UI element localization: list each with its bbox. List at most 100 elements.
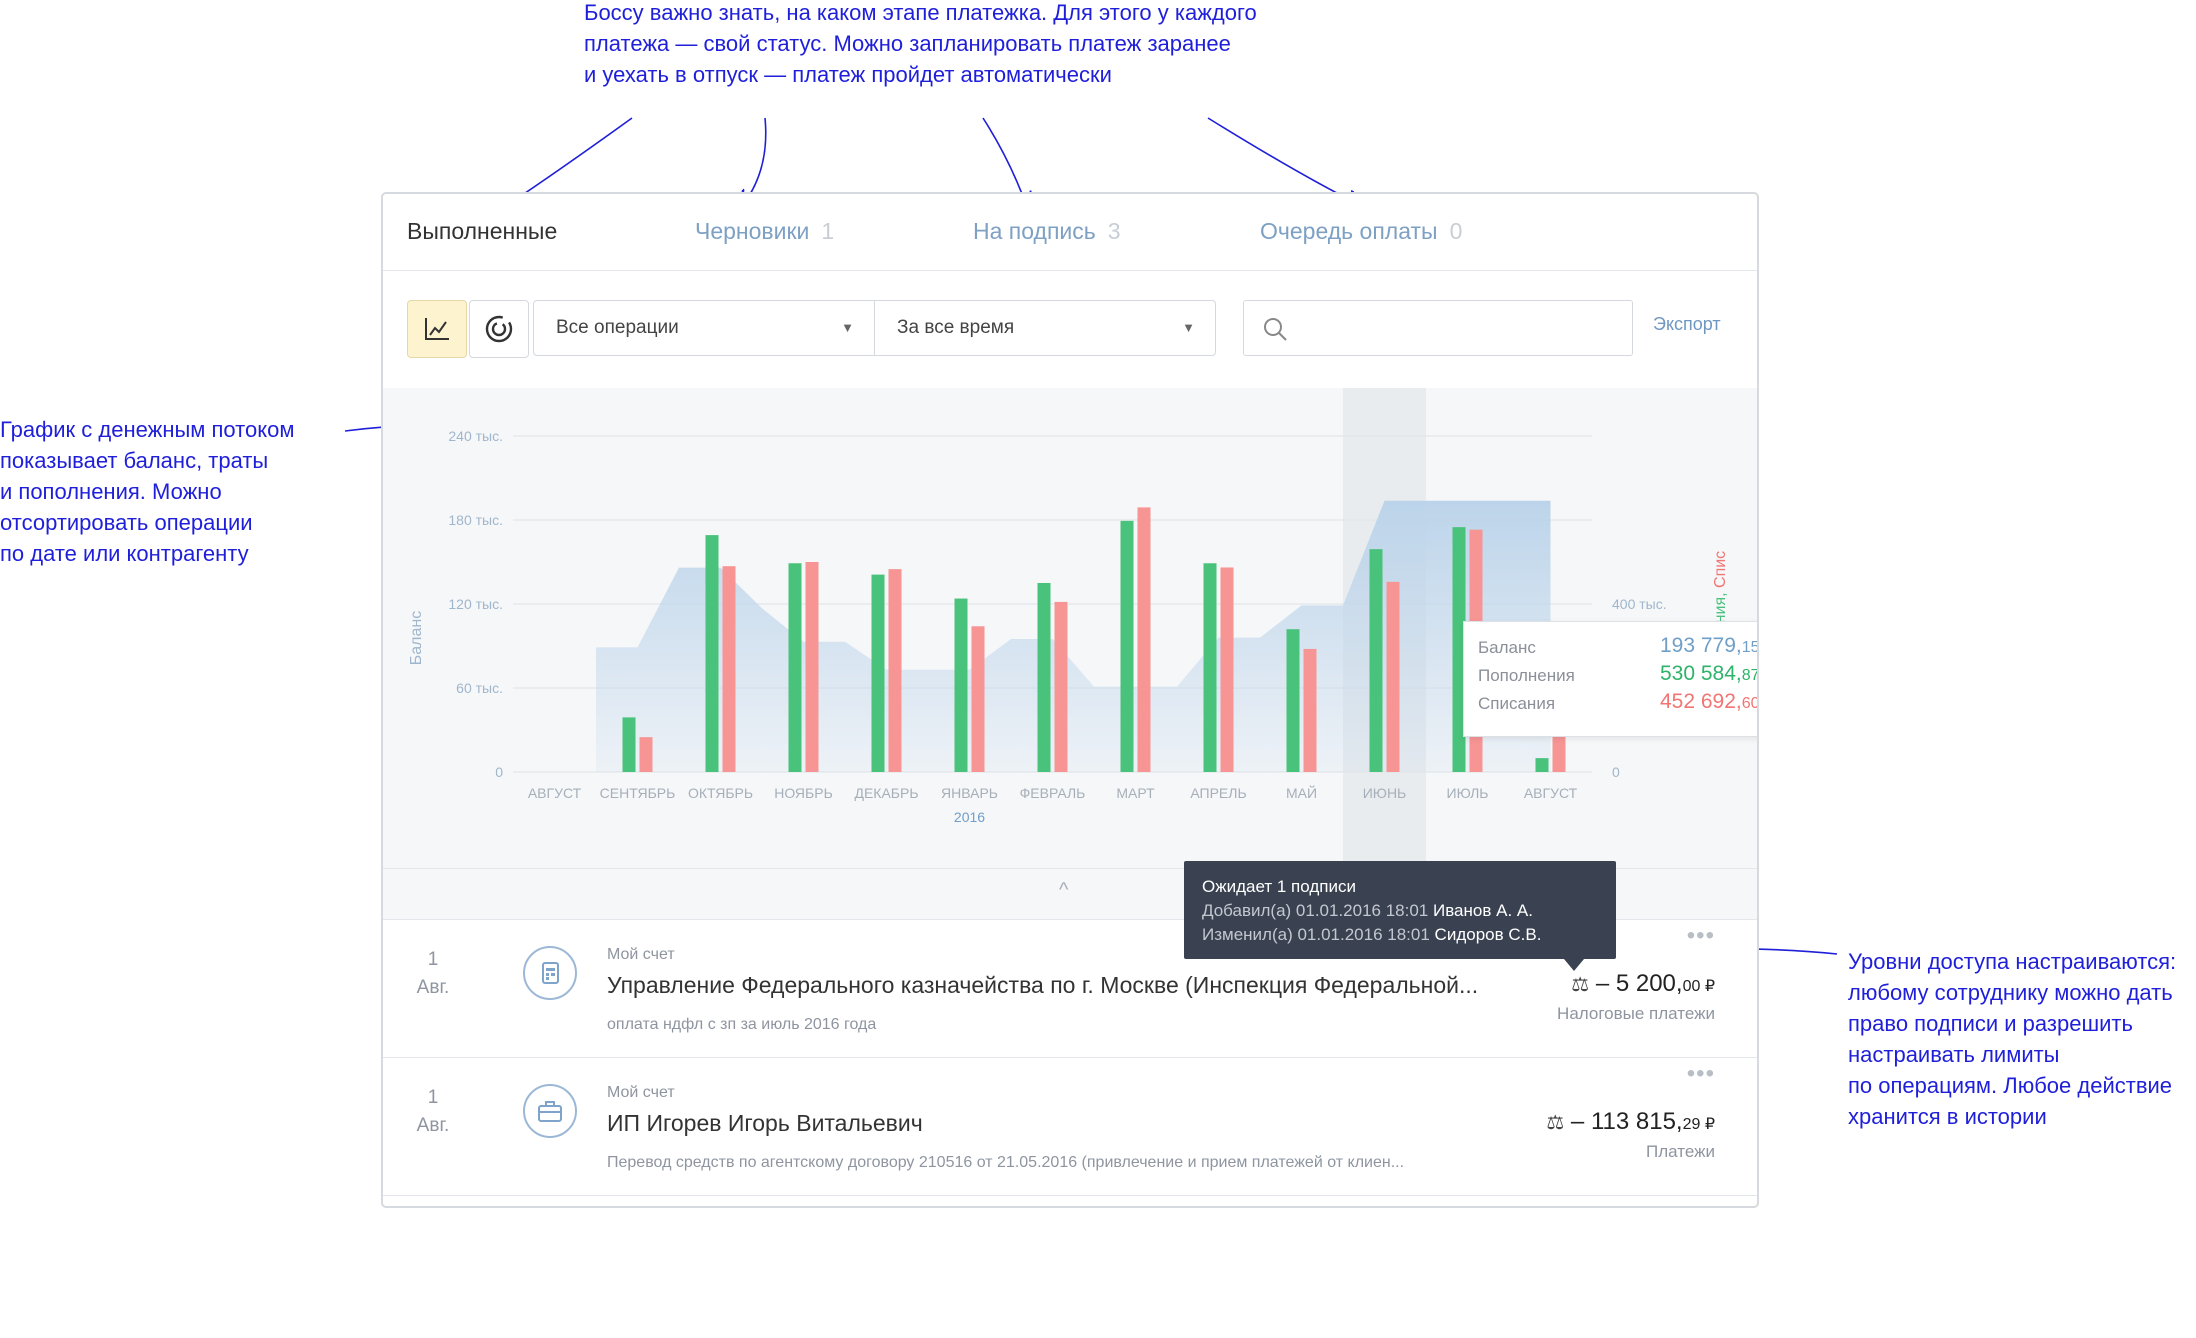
signature-added-line: Добавил(а) 01.01.2016 18:01 Иванов А. А.: [1202, 899, 1533, 923]
payment-month: Авг.: [416, 1115, 450, 1136]
tooltip-row-income: Пополнения 530 584,87: [1478, 662, 1757, 686]
payment-day: 1: [427, 949, 439, 970]
month-label: НОЯБРЬ: [774, 785, 833, 801]
tab-label: Очередь оплаты: [1260, 218, 1438, 244]
payment-date: 1 Авг.: [403, 1084, 463, 1140]
month-label: ИЮЛЬ: [1447, 785, 1489, 801]
tab-payment-queue[interactable]: Очередь оплаты 0: [1260, 218, 1462, 245]
tooltip-label: Пополнения: [1478, 666, 1575, 685]
expense-bar: [971, 626, 985, 772]
payment-amount-main: – 5 200,: [1595, 970, 1683, 997]
tooltip-value: 530 584,87: [1660, 662, 1759, 686]
tab-count: 0: [1449, 218, 1463, 244]
tooltip-value-main: 193 779,: [1660, 634, 1742, 657]
export-link[interactable]: Экспорт: [1653, 314, 1721, 335]
tooltip-value-cents: 60: [1741, 695, 1759, 712]
month-label: МАЙ: [1286, 784, 1317, 801]
left-axis-title: Баланс: [408, 611, 425, 665]
filter-toolbar: Все операции ▼ За все время ▼ Экспорт: [383, 270, 1757, 389]
balance-area: [596, 500, 1551, 772]
payment-row[interactable]: 1 Авг. Мой счет ИП Игорев Игорь Витальев…: [383, 1058, 1757, 1196]
line-chart-view-button[interactable]: [407, 300, 467, 358]
tooltip-label: Списания: [1478, 694, 1556, 713]
tax-document-icon: [523, 946, 577, 1000]
tab-count: 1: [821, 218, 835, 244]
expense-bar: [722, 566, 736, 772]
income-bar: [1120, 520, 1134, 772]
income-bar: [871, 574, 885, 772]
payment-amount: ⚖ – 113 815,29 ₽: [1546, 1108, 1715, 1136]
income-bar: [954, 598, 968, 772]
tab-label: Выполненные: [407, 218, 558, 244]
payment-counterparty[interactable]: ИП Игорев Игорь Витальевич: [607, 1110, 923, 1137]
caret-down-icon: ▼: [841, 320, 854, 335]
more-options-icon[interactable]: •••: [1687, 1060, 1715, 1088]
tab-label: Черновики: [695, 218, 810, 244]
chart-tooltip: Баланс 193 779,15 Пополнения 530 584,87 …: [1463, 621, 1759, 737]
tab-completed[interactable]: Выполненные: [407, 218, 557, 245]
signature-status-title: Ожидает 1 подписи: [1202, 877, 1356, 896]
right-axis-tick: 0: [1612, 764, 1620, 780]
payment-amount-cents: 29 ₽: [1682, 1116, 1715, 1133]
payment-category: Платежи: [1646, 1142, 1715, 1161]
operations-filter-dropdown[interactable]: Все операции ▼: [533, 300, 875, 356]
payment-day: 1: [427, 1087, 439, 1108]
left-axis-tick: 0: [495, 764, 503, 780]
more-options-icon[interactable]: •••: [1687, 922, 1715, 950]
month-label: АВГУСТ: [1524, 785, 1578, 801]
income-bar: [705, 535, 719, 772]
expense-bar: [805, 562, 819, 772]
payment-counterparty[interactable]: Управление Федерального казначейства по …: [607, 972, 1478, 999]
month-label: ОКТЯБРЬ: [688, 785, 753, 801]
tooltip-value-cents: 87: [1741, 667, 1759, 684]
signature-status-tooltip: Ожидает 1 подписи Добавил(а) 01.01.2016 …: [1184, 861, 1616, 971]
signature-changed-by: Сидоров С.В.: [1434, 925, 1542, 944]
search-input[interactable]: [1300, 301, 1624, 357]
month-label: СЕНТЯБРЬ: [600, 785, 676, 801]
expense-bar: [1137, 507, 1151, 772]
tab-drafts[interactable]: Черновики 1: [695, 218, 834, 245]
payment-date: 1 Авг.: [403, 946, 463, 1002]
month-label: ЯНВАРЬ: [941, 785, 998, 801]
month-label: АВГУСТ: [528, 785, 582, 801]
tab-to-sign[interactable]: На подпись 3: [973, 218, 1121, 245]
signature-added-by: Иванов А. А.: [1433, 901, 1533, 920]
month-label: ИЮНЬ: [1363, 785, 1407, 801]
signature-stamp-icon[interactable]: ⚖: [1571, 974, 1589, 996]
payment-description: оплата ндфл с зп за июль 2016 года: [607, 1016, 877, 1033]
right-axis-tick: 400 тыс.: [1612, 596, 1667, 612]
period-filter-dropdown[interactable]: За все время ▼: [874, 300, 1216, 356]
income-bar: [1535, 758, 1549, 772]
signature-changed-line: Изменил(а) 01.01.2016 18:01 Сидоров С.В.: [1202, 923, 1541, 947]
left-axis-tick: 60 тыс.: [456, 680, 503, 696]
payment-account: Мой счет: [607, 1084, 675, 1101]
income-bar: [788, 563, 802, 772]
left-axis-tick: 180 тыс.: [448, 512, 503, 528]
left-axis-tick: 120 тыс.: [448, 596, 503, 612]
pie-chart-icon: [485, 315, 513, 343]
month-label: ДЕКАБРЬ: [854, 785, 918, 801]
caret-down-icon: ▼: [1182, 320, 1195, 335]
tooltip-value: 193 779,15: [1660, 634, 1759, 658]
income-bar: [1286, 629, 1300, 772]
income-bar: [622, 717, 636, 772]
left-axis-tick: 240 тыс.: [448, 428, 503, 444]
month-label: АПРЕЛЬ: [1190, 785, 1246, 801]
payment-description: Перевод средств по агентскому договору 2…: [607, 1154, 1405, 1171]
tooltip-value-cents: 15: [1741, 639, 1759, 656]
payments-panel: Выполненные Черновики 1 На подпись 3 Очере…: [381, 192, 1759, 1208]
tooltip-row-balance: Баланс 193 779,15: [1478, 634, 1757, 658]
search-icon: [1264, 318, 1287, 341]
tooltip-value-main: 530 584,: [1660, 662, 1742, 685]
signature-changed-date: Изменил(а) 01.01.2016 18:01: [1202, 925, 1430, 944]
expense-bar: [888, 569, 902, 772]
tab-label: На подпись: [973, 218, 1096, 244]
operations-filter-value: Все операции: [556, 317, 679, 338]
pie-chart-view-button[interactable]: [469, 300, 529, 358]
tooltip-label: Баланс: [1478, 638, 1536, 657]
signature-stamp-icon[interactable]: ⚖: [1546, 1112, 1564, 1134]
expense-bar: [639, 737, 653, 772]
month-label: МАРТ: [1116, 785, 1155, 801]
payment-amount-cents: 00 ₽: [1682, 978, 1715, 995]
status-tabs: Выполненные Черновики 1 На подпись 3 Очере…: [383, 194, 1757, 271]
